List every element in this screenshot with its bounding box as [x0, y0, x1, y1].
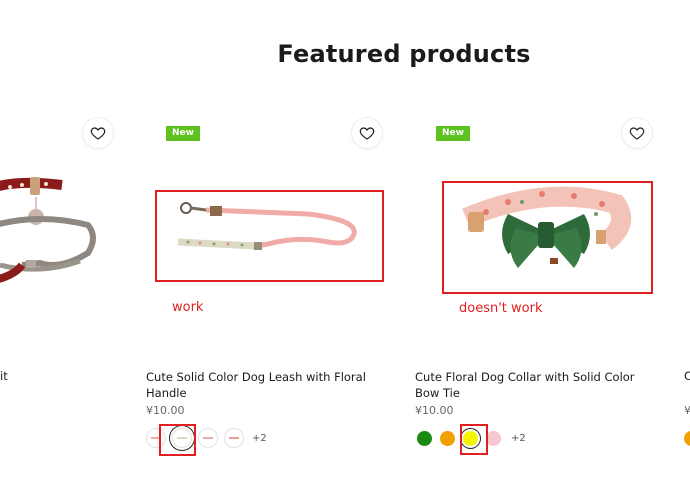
annotation-box — [460, 424, 488, 455]
heart-icon — [629, 127, 645, 140]
swatch-green[interactable] — [417, 431, 432, 446]
annotation-work: work — [172, 300, 204, 315]
product-price: ¥10.00 — [415, 404, 454, 417]
more-variants[interactable]: +2 — [511, 433, 526, 444]
product-title[interactable]: C — [684, 369, 690, 383]
swatch-pink[interactable] — [486, 431, 501, 446]
wishlist-button[interactable] — [352, 118, 382, 148]
wishlist-button[interactable] — [622, 118, 652, 148]
swatch-orange[interactable] — [440, 431, 455, 446]
product-price: ¥10.00 — [146, 404, 185, 417]
product-title[interactable]: Cute Floral Dog Collar with Solid Color … — [415, 369, 655, 401]
leash-and-collar-image — [0, 177, 96, 283]
annotation-box — [155, 190, 384, 282]
product-title[interactable]: it — [0, 369, 8, 383]
swatch-orange[interactable] — [684, 431, 690, 446]
heart-icon — [90, 127, 106, 140]
swatch-leash-3[interactable] — [198, 428, 218, 448]
product-price: ¥ — [684, 404, 690, 417]
heart-icon — [359, 127, 375, 140]
product-title[interactable]: Cute Solid Color Dog Leash with Floral H… — [146, 369, 386, 401]
wishlist-button[interactable] — [83, 118, 113, 148]
annotation-doesnt-work: doesn't work — [459, 301, 543, 316]
swatch-leash-4[interactable] — [224, 428, 244, 448]
product-image[interactable] — [0, 165, 110, 295]
new-badge: New — [436, 126, 470, 141]
new-badge: New — [166, 126, 200, 141]
annotation-box — [159, 424, 196, 456]
section-title: Featured products — [277, 40, 531, 68]
annotation-box — [442, 181, 653, 294]
more-variants[interactable]: +2 — [252, 433, 267, 444]
